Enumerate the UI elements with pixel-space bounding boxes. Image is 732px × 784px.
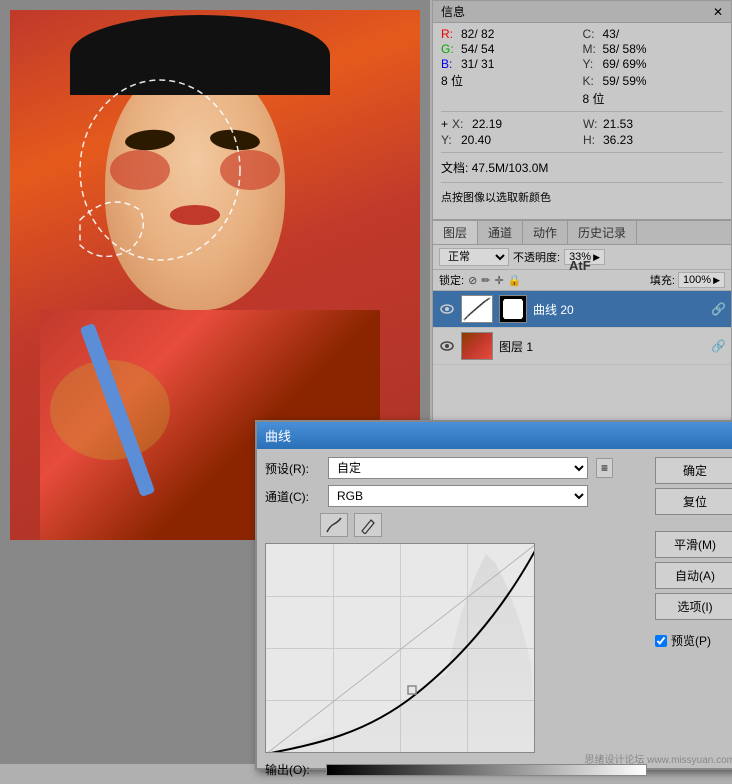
layer-name-layer1: 图层 1: [499, 338, 705, 355]
y-coord-value: 20.40: [461, 133, 491, 147]
atf-label: AtF: [569, 258, 591, 273]
preset-label: 预设(R):: [265, 460, 320, 477]
preview-label: 预览(P): [671, 632, 711, 649]
c-label: C:: [583, 27, 601, 41]
r-value: 82/ 82: [461, 27, 511, 41]
info-bit1: 8 位: [441, 72, 582, 89]
blend-mode-select[interactable]: 正常: [439, 248, 509, 266]
layer-name-curves20: 曲线 20: [533, 301, 705, 318]
info-k-row: K: 59/ 59%: [583, 72, 724, 89]
fill-area: 填充: 100% ▶: [650, 272, 725, 288]
layer-link-layer1[interactable]: 🔗: [711, 339, 725, 353]
curves-line: [266, 544, 535, 753]
channel-row: 通道(C): RGB: [265, 485, 647, 507]
c-value: 43/: [603, 27, 653, 41]
reset-button[interactable]: 复位: [655, 488, 732, 515]
x-value: 22.19: [472, 117, 502, 131]
curves-curve-tool[interactable]: [320, 513, 348, 537]
info-hint: 点按图像以选取新颜色: [433, 185, 731, 209]
m-value: 58/ 58%: [603, 42, 653, 56]
x-coord-row: + X: 22.19: [441, 117, 581, 131]
preview-checkbox[interactable]: [655, 635, 667, 647]
tab-channels[interactable]: 通道: [478, 221, 523, 244]
layer-row-layer1[interactable]: 图层 1 🔗: [433, 328, 731, 365]
curves-pencil-tool[interactable]: [354, 513, 382, 537]
k-value: 59/ 59%: [603, 74, 653, 88]
curves-dialog: 曲线 预设(R): 自定 ≡ 通道(C): RGB: [255, 420, 732, 770]
lock-icons-group: ⊘ ✏ ✛ 🔒: [468, 274, 521, 287]
layer-thumb-layer1: [461, 332, 493, 360]
smooth-button[interactable]: 平滑(M): [655, 531, 732, 558]
layers-tab-bar: 图层 通道 动作 历史记录: [433, 221, 731, 245]
info-g-row: G: 54/ 54: [441, 42, 582, 56]
preset-icon[interactable]: ≡: [596, 458, 613, 478]
info-panel: 信息 ✕ R: 82/ 82 C: 43/ G: 54/ 54 M: 58/ 5…: [432, 0, 732, 220]
lock-move-icon[interactable]: ✛: [495, 274, 504, 287]
lock-label: 锁定:: [439, 272, 464, 288]
h-row: H: 36.23: [583, 133, 723, 147]
tab-layers[interactable]: 图层: [433, 221, 478, 244]
h-value: 36.23: [603, 133, 633, 147]
info-c-row: C: 43/: [583, 27, 724, 41]
info-y-row: Y: 69/ 69%: [583, 57, 724, 71]
info-b-row: B: 31/ 31: [441, 57, 582, 71]
k-label: K:: [583, 74, 601, 88]
curves-graph[interactable]: [265, 543, 535, 753]
auto-button[interactable]: 自动(A): [655, 562, 732, 589]
y-label: Y:: [583, 57, 601, 71]
opacity-arrow[interactable]: ▶: [593, 252, 600, 263]
layer-row-curves20[interactable]: 曲线 20 🔗: [433, 291, 731, 328]
channel-label: 通道(C):: [265, 488, 320, 505]
info-title-bar: 信息 ✕: [433, 1, 731, 23]
tab-actions[interactable]: 动作: [523, 221, 568, 244]
info-m-row: M: 58/ 58%: [583, 42, 724, 56]
lock-all-icon[interactable]: 🔒: [508, 274, 522, 287]
y-coord-row: Y: 20.40: [441, 133, 581, 147]
lock-paint-icon[interactable]: ✏: [481, 274, 490, 287]
r-label: R:: [441, 27, 459, 41]
bit1-value: 8 位: [441, 72, 463, 89]
b-value: 31/ 31: [461, 57, 511, 71]
fill-arrow[interactable]: ▶: [713, 275, 720, 286]
bit2-value: 8 位: [583, 90, 605, 107]
info-bit2: 8 位: [583, 90, 724, 107]
layers-lock-bar: 锁定: ⊘ ✏ ✛ 🔒 填充: 100% ▶: [433, 270, 731, 291]
layer-link-curves20[interactable]: 🔗: [711, 302, 725, 316]
fill-value: 100%: [683, 274, 711, 286]
doc-info: 文档: 47.5M/103.0M: [433, 155, 731, 180]
channel-select[interactable]: RGB: [328, 485, 588, 507]
opacity-label: 不透明度:: [513, 249, 560, 265]
curves-dialog-title: 曲线: [257, 422, 732, 449]
layer-mask-curves20: [499, 295, 527, 323]
w-row: W: 21.53: [583, 117, 723, 131]
curves-buttons: 确定 复位 平滑(M) 自动(A) 选项(I) 预览(P): [655, 457, 732, 780]
layer-eye-curves20[interactable]: [439, 301, 455, 317]
options-button[interactable]: 选项(I): [655, 593, 732, 620]
lock-transparent-icon[interactable]: ⊘: [468, 274, 477, 287]
preview-row: 预览(P): [655, 632, 732, 649]
g-value: 54/ 54: [461, 42, 511, 56]
g-label: G:: [441, 42, 459, 56]
curves-title-label: 曲线: [265, 426, 291, 445]
ok-button[interactable]: 确定: [655, 457, 732, 484]
b-label: B:: [441, 57, 459, 71]
info-close-icon[interactable]: ✕: [713, 5, 723, 19]
layer-eye-layer1[interactable]: [439, 338, 455, 354]
w-value: 21.53: [603, 117, 633, 131]
preset-row: 预设(R): 自定 ≡: [265, 457, 647, 479]
preset-select[interactable]: 自定: [328, 457, 588, 479]
fill-label: 填充:: [650, 272, 675, 288]
tab-history[interactable]: 历史记录: [568, 221, 637, 244]
layer-thumb-curves20: [461, 295, 493, 323]
m-label: M:: [583, 42, 601, 56]
info-r-row: R: 82/ 82: [441, 27, 582, 41]
info-title: 信息: [441, 3, 465, 20]
y-value: 69/ 69%: [603, 57, 653, 71]
layers-panel: 图层 通道 动作 历史记录 正常 不透明度: 33% ▶ 锁定: ⊘ ✏ ✛ 🔒…: [432, 220, 732, 430]
